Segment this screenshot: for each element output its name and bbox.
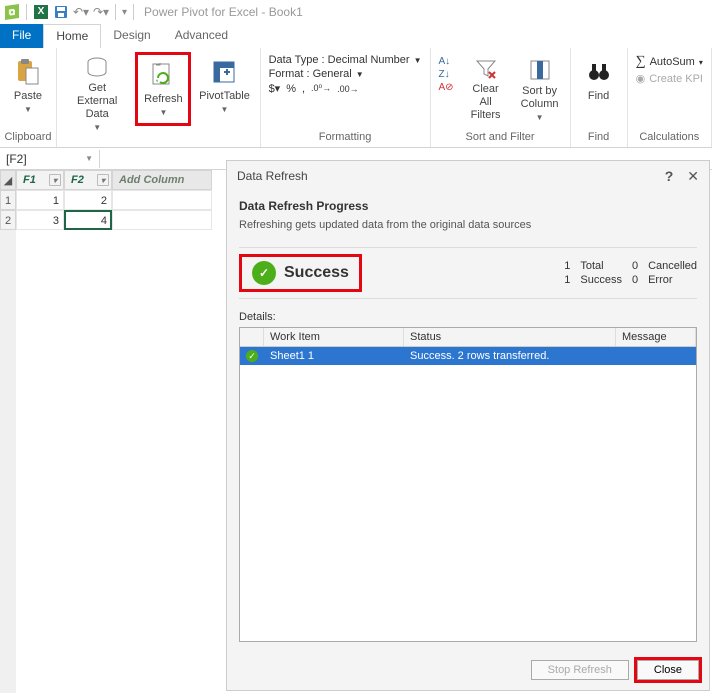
powerpivot-icon: ⧉: [4, 4, 20, 20]
add-column-button[interactable]: Add Column: [112, 170, 212, 190]
increase-decimal-button[interactable]: .0⁰→: [311, 83, 331, 94]
close-icon[interactable]: ✕: [687, 168, 699, 185]
success-icon: ✓: [240, 347, 264, 365]
close-button[interactable]: Close: [637, 660, 699, 680]
success-badge: ✓ Success: [239, 254, 362, 292]
details-label: Details:: [239, 311, 697, 323]
group-clipboard: Paste ▼ Clipboard: [0, 48, 57, 147]
column-head-f2[interactable]: F2▾: [64, 170, 112, 190]
create-kpi-button[interactable]: ◉ Create KPI: [636, 72, 703, 85]
refresh-icon: [147, 59, 179, 91]
row-head[interactable]: 1: [0, 190, 16, 210]
filter-clear-icon: [470, 56, 502, 81]
datatype-dropdown[interactable]: Data Type : Decimal Number ▼: [269, 54, 422, 66]
col-header-status[interactable]: Status: [404, 328, 616, 346]
cell-selected[interactable]: 4: [64, 210, 112, 230]
cell[interactable]: 1: [16, 190, 64, 210]
filter-dropdown-icon[interactable]: ▾: [97, 174, 109, 186]
titlebar: ⧉ X ↶▾ ↷▾ ▾ Power Pivot for Excel - Book…: [0, 0, 712, 24]
group-sortfilter: A↓ Z↓ A⊘ Clear All Filters Sort by Colum…: [431, 48, 571, 147]
chevron-down-icon: ▾: [699, 58, 703, 67]
tab-file[interactable]: File: [0, 24, 43, 48]
format-dropdown[interactable]: Format : General ▼: [269, 68, 422, 80]
pivottable-button[interactable]: PivotTable ▼: [193, 52, 255, 126]
paste-button[interactable]: Paste ▼: [4, 52, 52, 126]
cell[interactable]: [112, 190, 212, 210]
window-title: Power Pivot for Excel - Book1: [144, 5, 303, 19]
dialog-subtitle: Refreshing gets updated data from the or…: [239, 219, 697, 231]
decrease-decimal-button[interactable]: .00→: [337, 84, 359, 94]
tab-design[interactable]: Design: [101, 24, 162, 48]
refresh-button[interactable]: Refresh ▼: [135, 52, 191, 126]
tab-home[interactable]: Home: [43, 24, 101, 48]
chevron-down-icon: ▼: [536, 113, 544, 122]
name-box[interactable]: [F2] ▼: [0, 150, 100, 168]
cell[interactable]: [112, 210, 212, 230]
sort-by-column-button[interactable]: Sort by Column ▼: [514, 52, 566, 126]
checkmark-icon: ✓: [252, 261, 276, 285]
paste-icon: [12, 56, 44, 88]
chevron-down-icon: ▼: [414, 56, 422, 65]
save-icon[interactable]: [53, 4, 69, 20]
chevron-down-icon: ▼: [356, 70, 364, 79]
pivot-icon: [208, 56, 240, 88]
help-icon[interactable]: ?: [665, 168, 674, 185]
filter-dropdown-icon[interactable]: ▾: [49, 174, 61, 186]
clear-filters-button[interactable]: Clear All Filters: [460, 52, 512, 126]
get-external-data-button[interactable]: Get External Data ▼: [61, 52, 133, 126]
currency-button[interactable]: $▾: [269, 82, 281, 95]
ribbon: Paste ▼ Clipboard Get External Data ▼ Re…: [0, 48, 712, 148]
dialog-titlebar: Data Refresh ? ✕: [227, 161, 709, 191]
status-row: ✓ Success 1Total0Cancelled 1Success0Erro…: [239, 247, 697, 299]
group-find: Find Find: [571, 48, 628, 147]
group-getdata: Get External Data ▼ Refresh ▼ PivotTable…: [57, 48, 261, 147]
find-button[interactable]: Find: [575, 52, 623, 126]
stop-refresh-button: Stop Refresh: [531, 660, 629, 680]
row-head[interactable]: 2: [0, 210, 16, 230]
table-row[interactable]: ✓ Sheet1 1 Success. 2 rows transferred.: [240, 347, 696, 365]
ribbon-tabs: File Home Design Advanced: [0, 24, 712, 48]
clear-sort-button[interactable]: A⊘: [439, 82, 454, 93]
undo-icon[interactable]: ↶▾: [73, 4, 89, 20]
row-headers: ◢ 1 2: [0, 170, 16, 693]
cell[interactable]: 3: [16, 210, 64, 230]
database-icon: [81, 56, 113, 80]
data-refresh-dialog: Data Refresh ? ✕ Data Refresh Progress R…: [226, 160, 710, 691]
chevron-down-icon: ▼: [85, 154, 93, 163]
dialog-buttons: Stop Refresh Close: [227, 650, 709, 690]
column-head-f1[interactable]: F1▾: [16, 170, 64, 190]
chevron-down-icon: ▼: [221, 105, 229, 114]
group-formatting: Data Type : Decimal Number ▼ Format : Ge…: [261, 48, 431, 147]
chevron-down-icon: ▼: [24, 105, 32, 114]
qat-customize-icon[interactable]: ▾: [122, 7, 127, 18]
select-all-corner[interactable]: ◢: [0, 170, 16, 190]
sort-column-icon: [524, 56, 556, 83]
group-calculations: ∑ AutoSum ▾ ◉ Create KPI Calculations: [628, 48, 712, 147]
chevron-down-icon: ▼: [159, 108, 167, 117]
comma-button[interactable]: ,: [302, 83, 305, 95]
excel-icon: X: [33, 4, 49, 20]
sort-desc-button[interactable]: Z↓: [439, 69, 454, 80]
col-header-message[interactable]: Message: [616, 328, 696, 346]
kpi-icon: ◉: [636, 72, 646, 85]
refresh-stats: 1Total0Cancelled 1Success0Error: [564, 260, 697, 286]
chevron-down-icon: ▼: [93, 123, 101, 132]
tab-advanced[interactable]: Advanced: [163, 24, 240, 48]
sort-asc-button[interactable]: A↓: [439, 56, 454, 67]
percent-button[interactable]: %: [286, 83, 296, 95]
table-header: Work Item Status Message: [240, 328, 696, 347]
dialog-heading: Data Refresh Progress: [239, 199, 697, 213]
dialog-title-text: Data Refresh: [237, 169, 308, 183]
details-table: Work Item Status Message ✓ Sheet1 1 Succ…: [239, 327, 697, 642]
cell[interactable]: 2: [64, 190, 112, 210]
redo-icon[interactable]: ↷▾: [93, 4, 109, 20]
col-header-workitem[interactable]: Work Item: [264, 328, 404, 346]
autosum-button[interactable]: ∑ AutoSum ▾: [636, 54, 703, 70]
binoculars-icon: [583, 56, 615, 88]
